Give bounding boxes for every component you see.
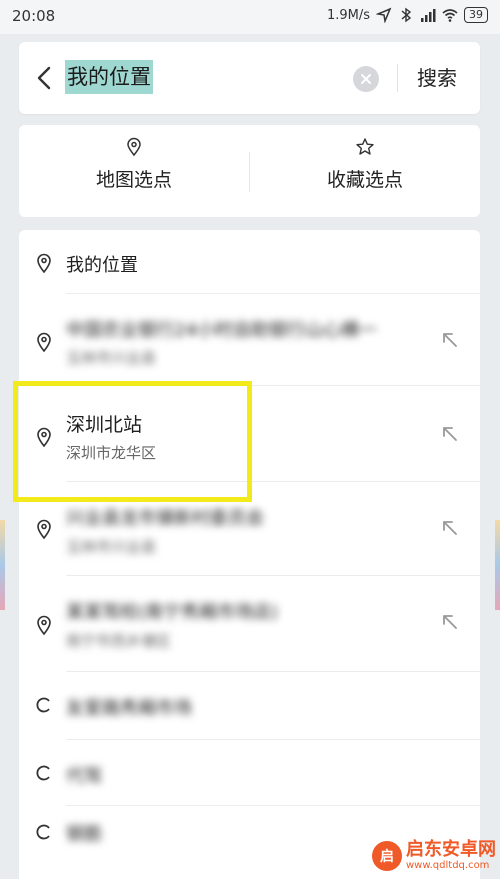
history-title: 代驾: [66, 766, 102, 787]
location-pin-icon: [37, 253, 51, 274]
location-pin-icon: [37, 615, 51, 636]
result-title: 兴业县龙市镇新村委员会: [66, 508, 264, 529]
history-clock-icon: [36, 824, 50, 840]
fill-arrow-icon[interactable]: [440, 612, 460, 632]
watermark-logo: 启: [372, 841, 402, 871]
signal-icon: [421, 9, 436, 22]
result-subtitle: 玉林市兴业县: [66, 349, 157, 367]
watermark-name: 启东安卓网: [406, 839, 496, 860]
map-pick-label: 地图选点: [95, 169, 172, 191]
highlight-annotation: [13, 381, 252, 502]
bluetooth-icon: [401, 7, 412, 23]
close-icon: [361, 74, 371, 84]
search-bar: 我的位置 搜索: [19, 42, 480, 114]
status-bar: 20:08 1.9M/s 39: [0, 0, 500, 34]
divider: [397, 64, 398, 92]
pick-options: 地图选点 收藏选点: [19, 125, 480, 217]
star-icon: [356, 138, 374, 155]
location-arrow-icon: [376, 7, 392, 23]
status-time: 20:08: [12, 7, 56, 25]
list-item[interactable]: 中国农业银行24小时自助银行山心横一 玉林市兴业县: [19, 294, 480, 386]
map-pick-button[interactable]: 地图选点: [19, 125, 249, 217]
result-title: 中国农业银行24小时自助银行山心横一: [66, 320, 377, 341]
location-pin-icon: [37, 332, 51, 353]
favorite-pick-label: 收藏选点: [326, 169, 403, 191]
map-edge: [495, 520, 500, 610]
history-title: 友爱路秀厢市场: [66, 698, 192, 719]
fill-arrow-icon[interactable]: [440, 518, 460, 538]
fill-arrow-icon[interactable]: [440, 330, 460, 350]
fill-arrow-icon[interactable]: [440, 424, 460, 444]
history-clock-icon: [36, 697, 50, 713]
list-item[interactable]: 某某驾校(南宁秀厢市场店) 南宁市西乡塘区: [19, 576, 480, 672]
history-clock-icon: [36, 765, 50, 781]
results-list: 我的位置 中国农业银行24小时自助银行山心横一 玉林市兴业县 深圳北站 深圳市龙…: [19, 230, 480, 879]
list-item[interactable]: 代驾: [19, 740, 480, 806]
location-pin-icon: [127, 137, 141, 157]
list-item[interactable]: 友爱路秀厢市场: [19, 672, 480, 740]
result-subtitle: 南宁市西乡塘区: [66, 632, 172, 650]
network-speed: 1.9M/s: [326, 7, 370, 23]
map-edge: [0, 520, 5, 610]
search-input[interactable]: 我的位置: [65, 60, 153, 94]
favorite-pick-button[interactable]: 收藏选点: [250, 125, 480, 217]
result-title: 我的位置: [66, 255, 138, 276]
list-item[interactable]: 我的位置: [19, 230, 480, 294]
watermark: 启 启东安卓网 www.qdltdq.com: [372, 840, 496, 872]
search-button[interactable]: 搜索: [417, 62, 457, 94]
watermark-url: www.qdltdq.com: [406, 860, 490, 871]
result-subtitle: 玉林市兴业县: [66, 538, 157, 556]
clear-button[interactable]: [353, 66, 379, 92]
battery-level: 39: [464, 7, 488, 23]
result-title: 某某驾校(南宁秀厢市场店): [66, 602, 279, 623]
chevron-left-icon[interactable]: [33, 64, 55, 92]
history-title: 钢筋: [66, 824, 102, 845]
location-pin-icon: [37, 519, 51, 540]
status-indicators: 1.9M/s 39: [327, 7, 488, 23]
wifi-icon: [442, 9, 458, 22]
